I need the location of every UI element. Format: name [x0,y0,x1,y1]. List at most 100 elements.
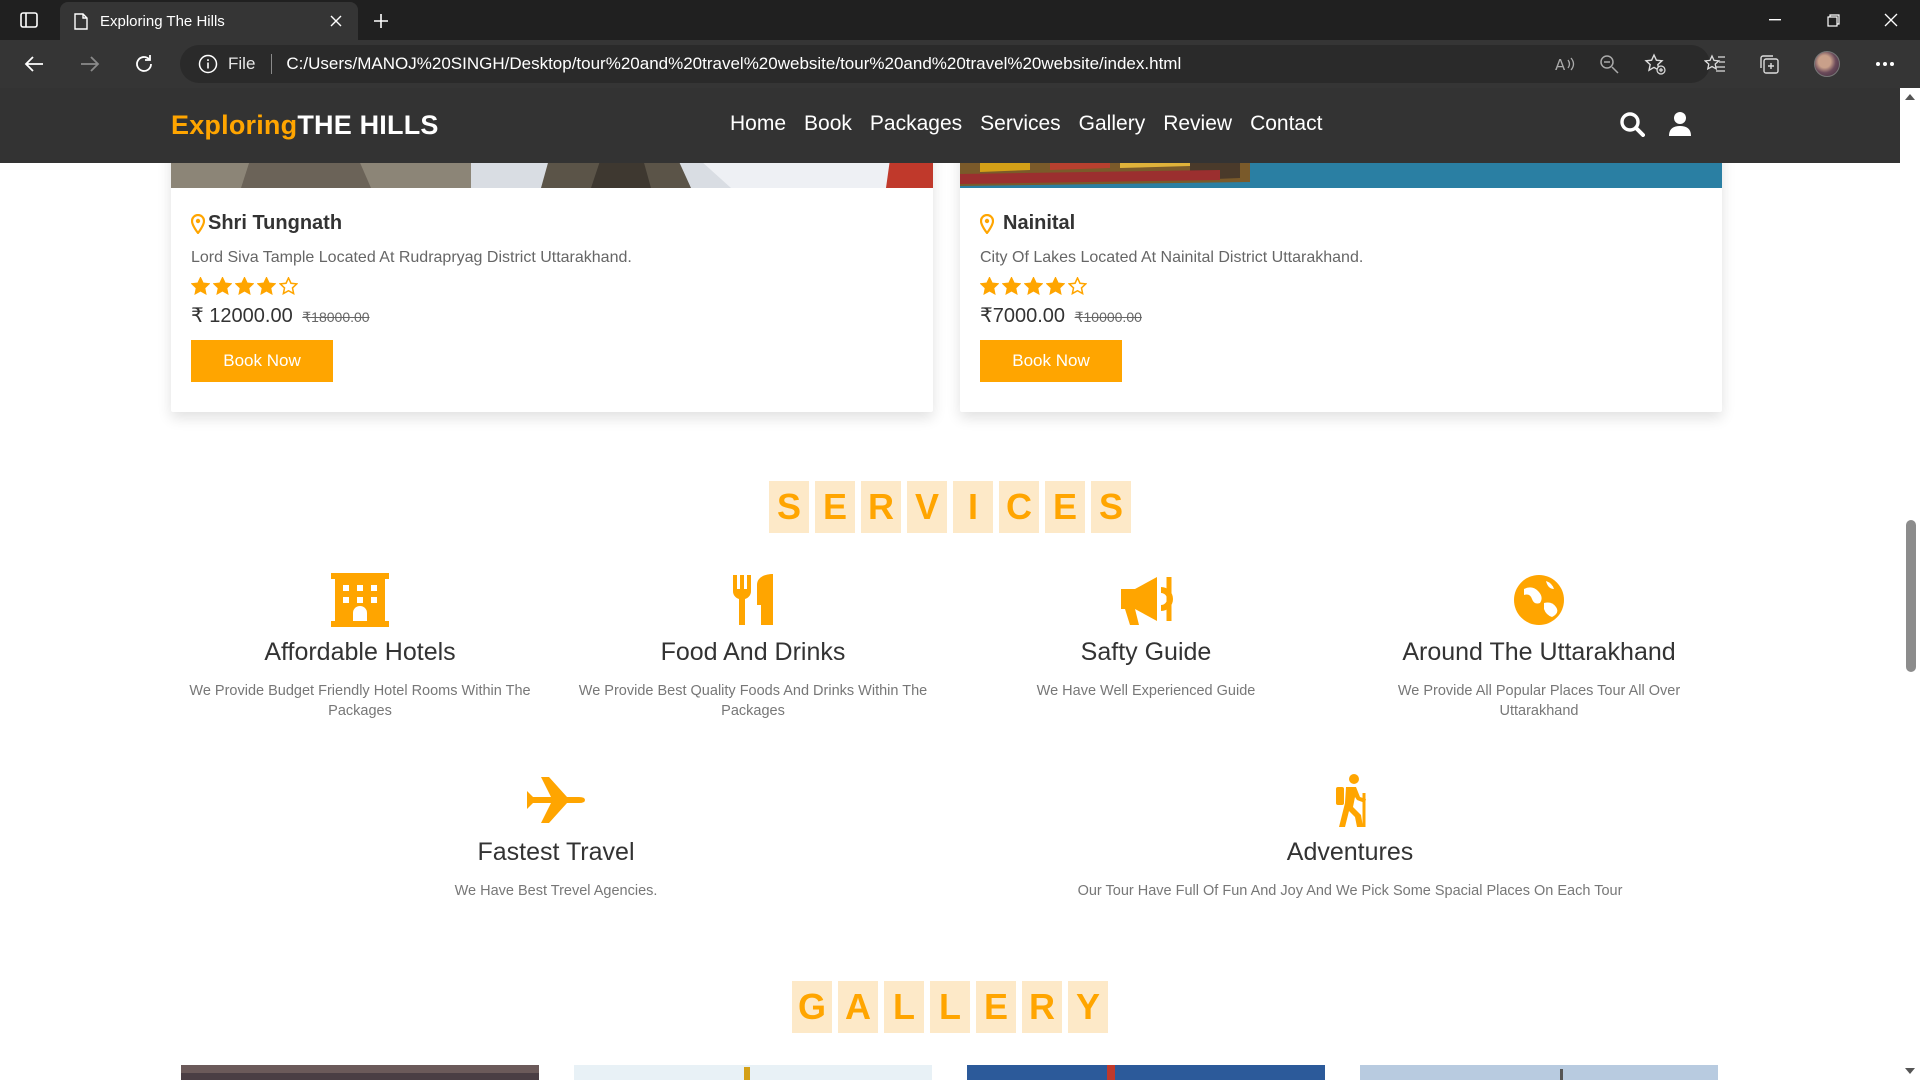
nav-home[interactable]: Home [730,112,786,136]
nav-review[interactable]: Review [1163,112,1232,136]
star-filled-icon [191,277,210,295]
star-filled-icon [235,277,254,295]
service-title: Adventures [1286,838,1414,866]
scroll-up-arrow[interactable] [1904,92,1916,102]
browser-titlebar: Exploring The Hills [0,0,1920,40]
star-filled-icon [1046,277,1065,295]
site-info-icon[interactable] [198,54,218,74]
package-title: Shri Tungnath [191,212,913,235]
tab-close-icon[interactable] [320,5,352,37]
package-price: ₹7000.00 ₹10000.00 [980,303,1702,328]
url-scheme-label: File [228,54,256,73]
more-options-icon[interactable] [1868,48,1902,80]
package-price: ₹ 12000.00 ₹18000.00 [191,303,913,328]
utensils-icon [573,570,933,630]
add-favorite-icon[interactable] [1638,48,1672,80]
browser-tab[interactable]: Exploring The Hills [60,2,358,40]
close-window-button[interactable] [1862,0,1920,40]
url-separator [271,54,273,74]
service-title: Fastest Travel [477,838,635,866]
scroll-down-arrow[interactable] [1904,1066,1916,1076]
book-now-button[interactable]: Book Now [980,340,1122,382]
map-marker-icon [980,213,994,234]
site-logo[interactable]: ExploringTHE HILLS [171,110,439,141]
heading-letter: E [1045,481,1085,533]
nav-gallery[interactable]: Gallery [1079,112,1146,136]
bullhorn-icon [966,570,1326,630]
star-empty-icon [1068,277,1087,295]
new-tab-button[interactable] [366,6,396,36]
service-fastest-travel: Fastest Travel We Have Best Trevel Agenc… [376,770,736,901]
heading-letter: A [838,981,878,1033]
collections-icon[interactable] [1752,48,1786,80]
services-heading: S E R V I C E S [0,481,1900,533]
service-safty-guide: Safty Guide We Have Well Experienced Gui… [966,570,1326,701]
service-title: Safty Guide [1080,638,1212,666]
star-empty-icon [279,277,298,295]
nav-packages[interactable]: Packages [870,112,962,136]
nav-services[interactable]: Services [980,112,1061,136]
zoom-out-icon[interactable] [1592,48,1626,80]
hotel-icon [180,570,540,630]
map-marker-icon [191,213,205,234]
service-description: We Have Well Experienced Guide [1036,683,1256,699]
book-now-button[interactable]: Book Now [191,340,333,382]
heading-letter: R [1022,981,1062,1033]
heading-letter: E [815,481,855,533]
gallery-image[interactable] [967,1065,1325,1080]
globe-icon [1359,570,1719,630]
service-description: We Provide All Popular Places Tour All O… [1397,683,1681,719]
nav-contact[interactable]: Contact [1250,112,1322,136]
rating-stars [980,277,1702,295]
user-icon[interactable] [1666,110,1694,138]
hiking-icon [1000,770,1700,830]
price-current: ₹7000.00 [980,305,1066,327]
package-title-text: Nainital [1003,212,1076,234]
service-food-and-drinks: Food And Drinks We Provide Best Quality … [573,570,933,721]
page-file-icon [74,12,88,30]
price-old: ₹18000.00 [302,309,370,325]
gallery-image[interactable] [181,1065,539,1080]
service-title: Around The Uttarakhand [1402,638,1676,666]
gallery-image[interactable] [1360,1065,1718,1080]
heading-letter: G [792,981,832,1033]
address-bar[interactable]: File C:/Users/MANOJ%20SINGH/Desktop/tour… [180,45,1710,83]
heading-letter: L [884,981,924,1033]
star-filled-icon [1002,277,1021,295]
profile-avatar[interactable] [1810,48,1844,80]
star-filled-icon [213,277,232,295]
restore-button[interactable] [1804,0,1862,40]
nav-book[interactable]: Book [804,112,852,136]
search-icon[interactable] [1618,110,1646,138]
heading-letter: V [907,481,947,533]
read-aloud-icon[interactable]: A [1548,48,1582,80]
scrollbar-thumb[interactable] [1906,520,1916,672]
package-description: City Of Lakes Located At Nainital Distri… [980,249,1364,266]
page-scrollbar[interactable] [1900,88,1920,1080]
svg-text:A: A [1555,56,1566,73]
heading-letter: R [861,481,901,533]
refresh-button[interactable] [126,47,162,81]
tab-actions-icon[interactable] [18,9,40,31]
minimize-button[interactable] [1746,0,1804,40]
service-affordable-hotels: Affordable Hotels We Provide Budget Frie… [180,570,540,721]
gallery-image[interactable] [574,1065,932,1080]
url-text[interactable]: C:/Users/MANOJ%20SINGH/Desktop/tour%20an… [286,54,1181,74]
rating-stars [191,277,913,295]
heading-letter: E [976,981,1016,1033]
service-title: Food And Drinks [660,638,846,666]
service-title: Affordable Hotels [264,638,456,666]
forward-button[interactable] [72,47,108,81]
browser-toolbar: File C:/Users/MANOJ%20SINGH/Desktop/tour… [0,40,1920,88]
back-button[interactable] [16,47,52,81]
heading-letter: Y [1068,981,1108,1033]
heading-letter: S [769,481,809,533]
service-adventures: Adventures Our Tour Have Full Of Fun And… [1000,770,1700,901]
star-filled-icon [980,277,999,295]
favorites-icon[interactable] [1698,48,1732,80]
star-filled-icon [257,277,276,295]
price-current: ₹ 12000.00 [191,305,293,327]
service-around-the-uttarakhand: Around The Uttarakhand We Provide All Po… [1359,570,1719,721]
service-description: We Provide Budget Friendly Hotel Rooms W… [189,683,531,719]
logo-part-exploring: Exploring [171,110,298,140]
